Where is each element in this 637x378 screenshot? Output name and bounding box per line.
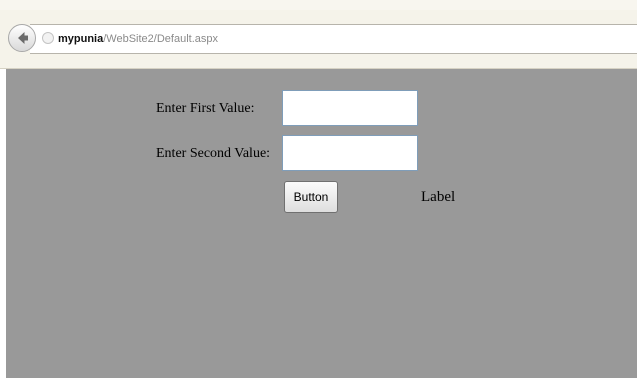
page-icon [42,32,54,44]
url-text[interactable]: mypunia/WebSite2/Default.aspx [58,32,218,46]
first-value-label: Enter First Value: [156,101,255,116]
second-value-input[interactable] [282,135,418,171]
browser-toolbar: mypunia/WebSite2/Default.aspx [0,0,637,69]
browser-window: mypunia/WebSite2/Default.aspx Enter Firs… [0,0,637,378]
result-label: Label [421,189,456,205]
submit-button[interactable]: Button [284,181,338,213]
back-button[interactable] [8,24,36,52]
first-value-input[interactable] [282,90,418,126]
url-host: mypunia [58,33,104,45]
toolbar-strip [0,0,637,10]
page-content: Enter First Value: Enter Second Value: B… [6,69,637,378]
second-value-label: Enter Second Value: [156,146,271,161]
url-path: /WebSite2/Default.aspx [103,33,218,45]
back-arrow-icon [18,32,28,44]
